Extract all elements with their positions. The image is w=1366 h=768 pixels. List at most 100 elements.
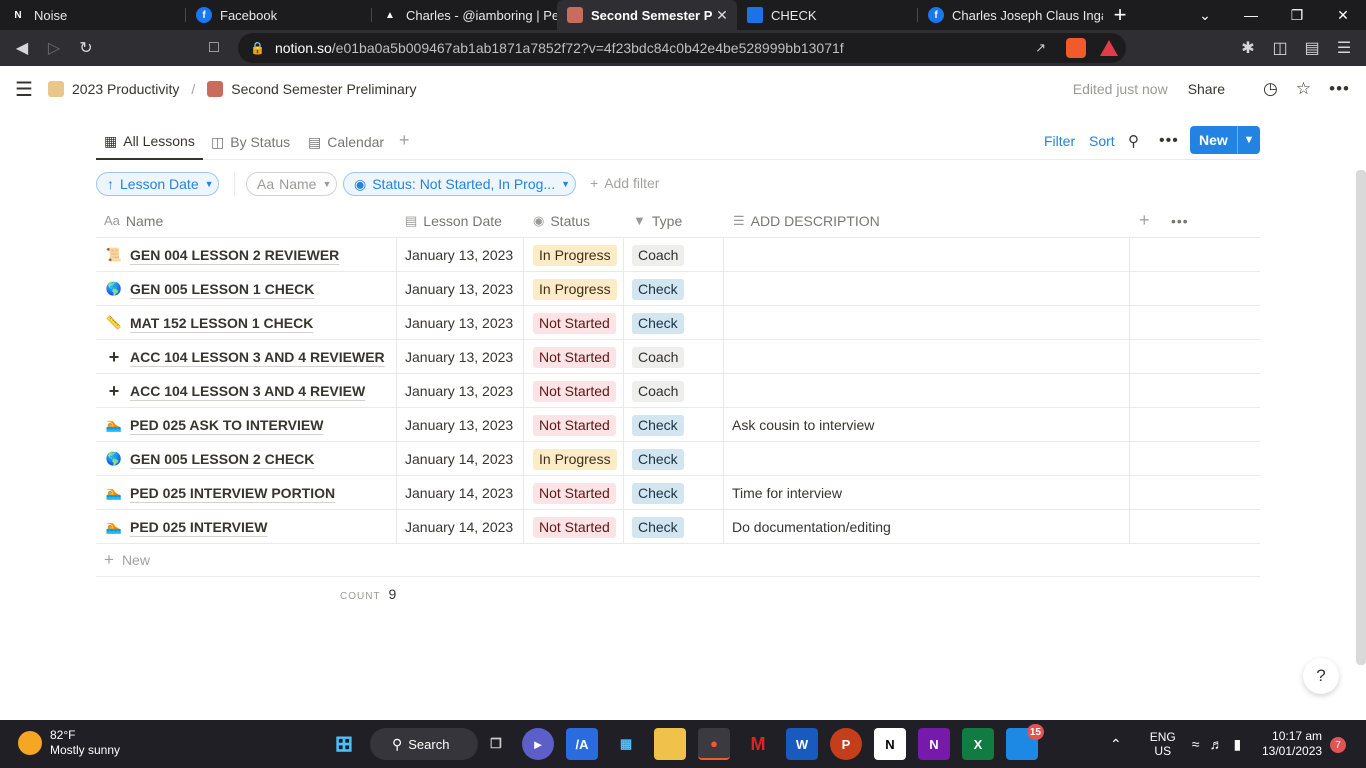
word-icon[interactable]: W [786, 728, 818, 760]
cell-description[interactable]: Do documentation/editing [724, 510, 1130, 544]
cell-empty[interactable] [1130, 374, 1260, 408]
file-explorer-icon[interactable] [654, 728, 686, 760]
tab-search-icon[interactable]: ⌄ [1182, 0, 1228, 30]
tab-all-lessons[interactable]: ▦ All Lessons [96, 124, 203, 160]
mcafee-icon[interactable]: M [742, 728, 774, 760]
table-row[interactable]: 🏊 PED 025 INTERVIEW January 14, 2023 Not St… [96, 510, 1260, 544]
column-header-lesson-date[interactable]: ▤ Lesson Date [405, 203, 502, 238]
cell-empty[interactable] [1130, 408, 1260, 442]
cell-name[interactable]: 🌎 GEN 005 LESSON 2 CHECK [96, 442, 397, 476]
cell-name[interactable]: + ACC 104 LESSON 3 AND 4 REVIEW [96, 374, 397, 408]
cell-description[interactable]: Ask cousin to interview [724, 408, 1130, 442]
cell-description[interactable]: Time for interview [724, 476, 1130, 510]
browser-tab[interactable]: ▲ Charles - @iamboring | Pea [372, 0, 557, 30]
back-icon[interactable]: ◀ [6, 32, 38, 64]
cell-description[interactable] [724, 238, 1130, 272]
cell-description[interactable] [724, 340, 1130, 374]
address-bar[interactable]: 🔒 notion.so/e01ba0a5b009467ab1ab1871a785… [238, 33, 1126, 63]
cell-empty[interactable] [1130, 340, 1260, 374]
view-more-icon[interactable]: ••• [1159, 124, 1179, 158]
help-button[interactable]: ? [1303, 658, 1339, 694]
browser-menu-icon[interactable]: ☰ [1328, 32, 1360, 64]
table-row[interactable]: + ACC 104 LESSON 3 AND 4 REVIEW January 13… [96, 374, 1260, 408]
cell-empty[interactable] [1130, 442, 1260, 476]
cell-description[interactable] [724, 306, 1130, 340]
cell-type[interactable]: Check [624, 272, 724, 306]
cell-name[interactable]: 🏊 PED 025 INTERVIEW [96, 510, 397, 544]
filter-button[interactable]: Filter [1044, 124, 1075, 158]
sidebar-toggle-icon[interactable]: ☰ [0, 77, 48, 102]
share-button[interactable]: Share [1188, 81, 1225, 97]
tab-by-status[interactable]: ◫ By Status [211, 124, 290, 160]
cell-description[interactable] [724, 442, 1130, 476]
meet-icon[interactable]: ► [522, 728, 554, 760]
column-header-name[interactable]: Aa Name [104, 203, 163, 238]
sidebar-icon[interactable]: ◫ [1264, 32, 1296, 64]
sort-chip[interactable]: ↑ Lesson Date ▼ [96, 172, 219, 196]
start-icon[interactable]: ⊞ [328, 728, 360, 760]
cell-empty[interactable] [1130, 476, 1260, 510]
reload-icon[interactable]: ↻ [70, 32, 102, 64]
brave-shield-icon[interactable] [1066, 38, 1086, 58]
cell-type[interactable]: Coach [624, 238, 724, 272]
new-tab-icon[interactable]: + [1103, 0, 1137, 30]
page-scrollbar[interactable] [1356, 170, 1366, 665]
share-page-icon[interactable]: ↗ [1035, 40, 1046, 56]
cell-status[interactable]: Not Started [524, 408, 624, 442]
browser-tab[interactable]: Second Semester Prelim✕ [557, 0, 737, 30]
chevron-up-icon[interactable]: ⌃ [1110, 736, 1122, 753]
cell-type[interactable]: Check [624, 442, 724, 476]
cell-status[interactable]: Not Started [524, 476, 624, 510]
table-row[interactable]: 🏊 PED 025 ASK TO INTERVIEW January 13, 202… [96, 408, 1260, 442]
maximize-icon[interactable]: ❐ [1274, 0, 1320, 30]
cell-empty[interactable] [1130, 510, 1260, 544]
wallet-icon[interactable]: ▤ [1296, 32, 1328, 64]
weather-widget[interactable]: 82°F Mostly sunny [18, 728, 120, 758]
cell-type[interactable]: Coach [624, 340, 724, 374]
cell-type[interactable]: Check [624, 408, 724, 442]
teams-icon[interactable]: 15 [1006, 724, 1044, 760]
column-more-icon[interactable]: ••• [1171, 203, 1189, 238]
cell-lesson-date[interactable]: January 13, 2023 [397, 238, 524, 272]
cell-name[interactable]: 🏊 PED 025 ASK TO INTERVIEW [96, 408, 397, 442]
favorite-star-icon[interactable]: ☆ [1296, 79, 1311, 99]
row-title[interactable]: ACC 104 LESSON 3 AND 4 REVIEW [130, 383, 365, 399]
language-indicator[interactable]: ENG US [1150, 730, 1176, 758]
row-title[interactable]: PED 025 INTERVIEW PORTION [130, 485, 335, 501]
cell-name[interactable]: 🏊 PED 025 INTERVIEW PORTION [96, 476, 397, 510]
close-window-icon[interactable]: ✕ [1320, 0, 1366, 30]
chevron-down-icon[interactable]: ▼ [1237, 126, 1260, 154]
extensions-icon[interactable]: ✱ [1232, 32, 1264, 64]
cell-lesson-date[interactable]: January 13, 2023 [397, 340, 524, 374]
cell-lesson-date[interactable]: January 13, 2023 [397, 272, 524, 306]
excel-icon[interactable]: X [962, 728, 994, 760]
search-icon[interactable]: ⚲ [1128, 124, 1139, 158]
brave-rewards-icon[interactable] [1100, 40, 1118, 56]
cell-name[interactable]: 📏 MAT 152 LESSON 1 CHECK [96, 306, 397, 340]
cell-lesson-date[interactable]: January 14, 2023 [397, 476, 524, 510]
row-title[interactable]: PED 025 ASK TO INTERVIEW [130, 417, 323, 433]
add-filter-button[interactable]: + Add filter [590, 175, 659, 191]
cell-status[interactable]: Not Started [524, 374, 624, 408]
table-row[interactable]: 🌎 GEN 005 LESSON 1 CHECK January 13, 2023 I… [96, 272, 1260, 306]
column-header-status[interactable]: ◉ Status [533, 203, 590, 238]
cell-status[interactable]: Not Started [524, 306, 624, 340]
powerpoint-icon[interactable]: P [830, 728, 862, 760]
battery-icon[interactable]: ▮ [1233, 736, 1241, 753]
tab-calendar[interactable]: ▤ Calendar [308, 124, 384, 160]
breadcrumb-page[interactable]: Second Semester Preliminary [207, 81, 416, 97]
browser-tab[interactable]: f Facebook [186, 0, 371, 30]
dev-app-icon[interactable]: /A [566, 728, 598, 760]
cell-lesson-date[interactable]: January 14, 2023 [397, 510, 524, 544]
cell-lesson-date[interactable]: January 13, 2023 [397, 374, 524, 408]
status-filter-chip[interactable]: ◉ Status: Not Started, In Prog... ▼ [343, 172, 576, 196]
row-title[interactable]: MAT 152 LESSON 1 CHECK [130, 315, 313, 331]
browser-tab[interactable]: CHECK [737, 0, 917, 30]
browser-tab[interactable]: N Noise [0, 0, 185, 30]
cell-type[interactable]: Check [624, 306, 724, 340]
row-title[interactable]: ACC 104 LESSON 3 AND 4 REVIEWER [130, 349, 385, 365]
cell-empty[interactable] [1130, 306, 1260, 340]
cell-lesson-date[interactable]: January 14, 2023 [397, 442, 524, 476]
cell-name[interactable]: + ACC 104 LESSON 3 AND 4 REVIEWER [96, 340, 397, 374]
add-property-icon[interactable]: + [1139, 203, 1150, 238]
